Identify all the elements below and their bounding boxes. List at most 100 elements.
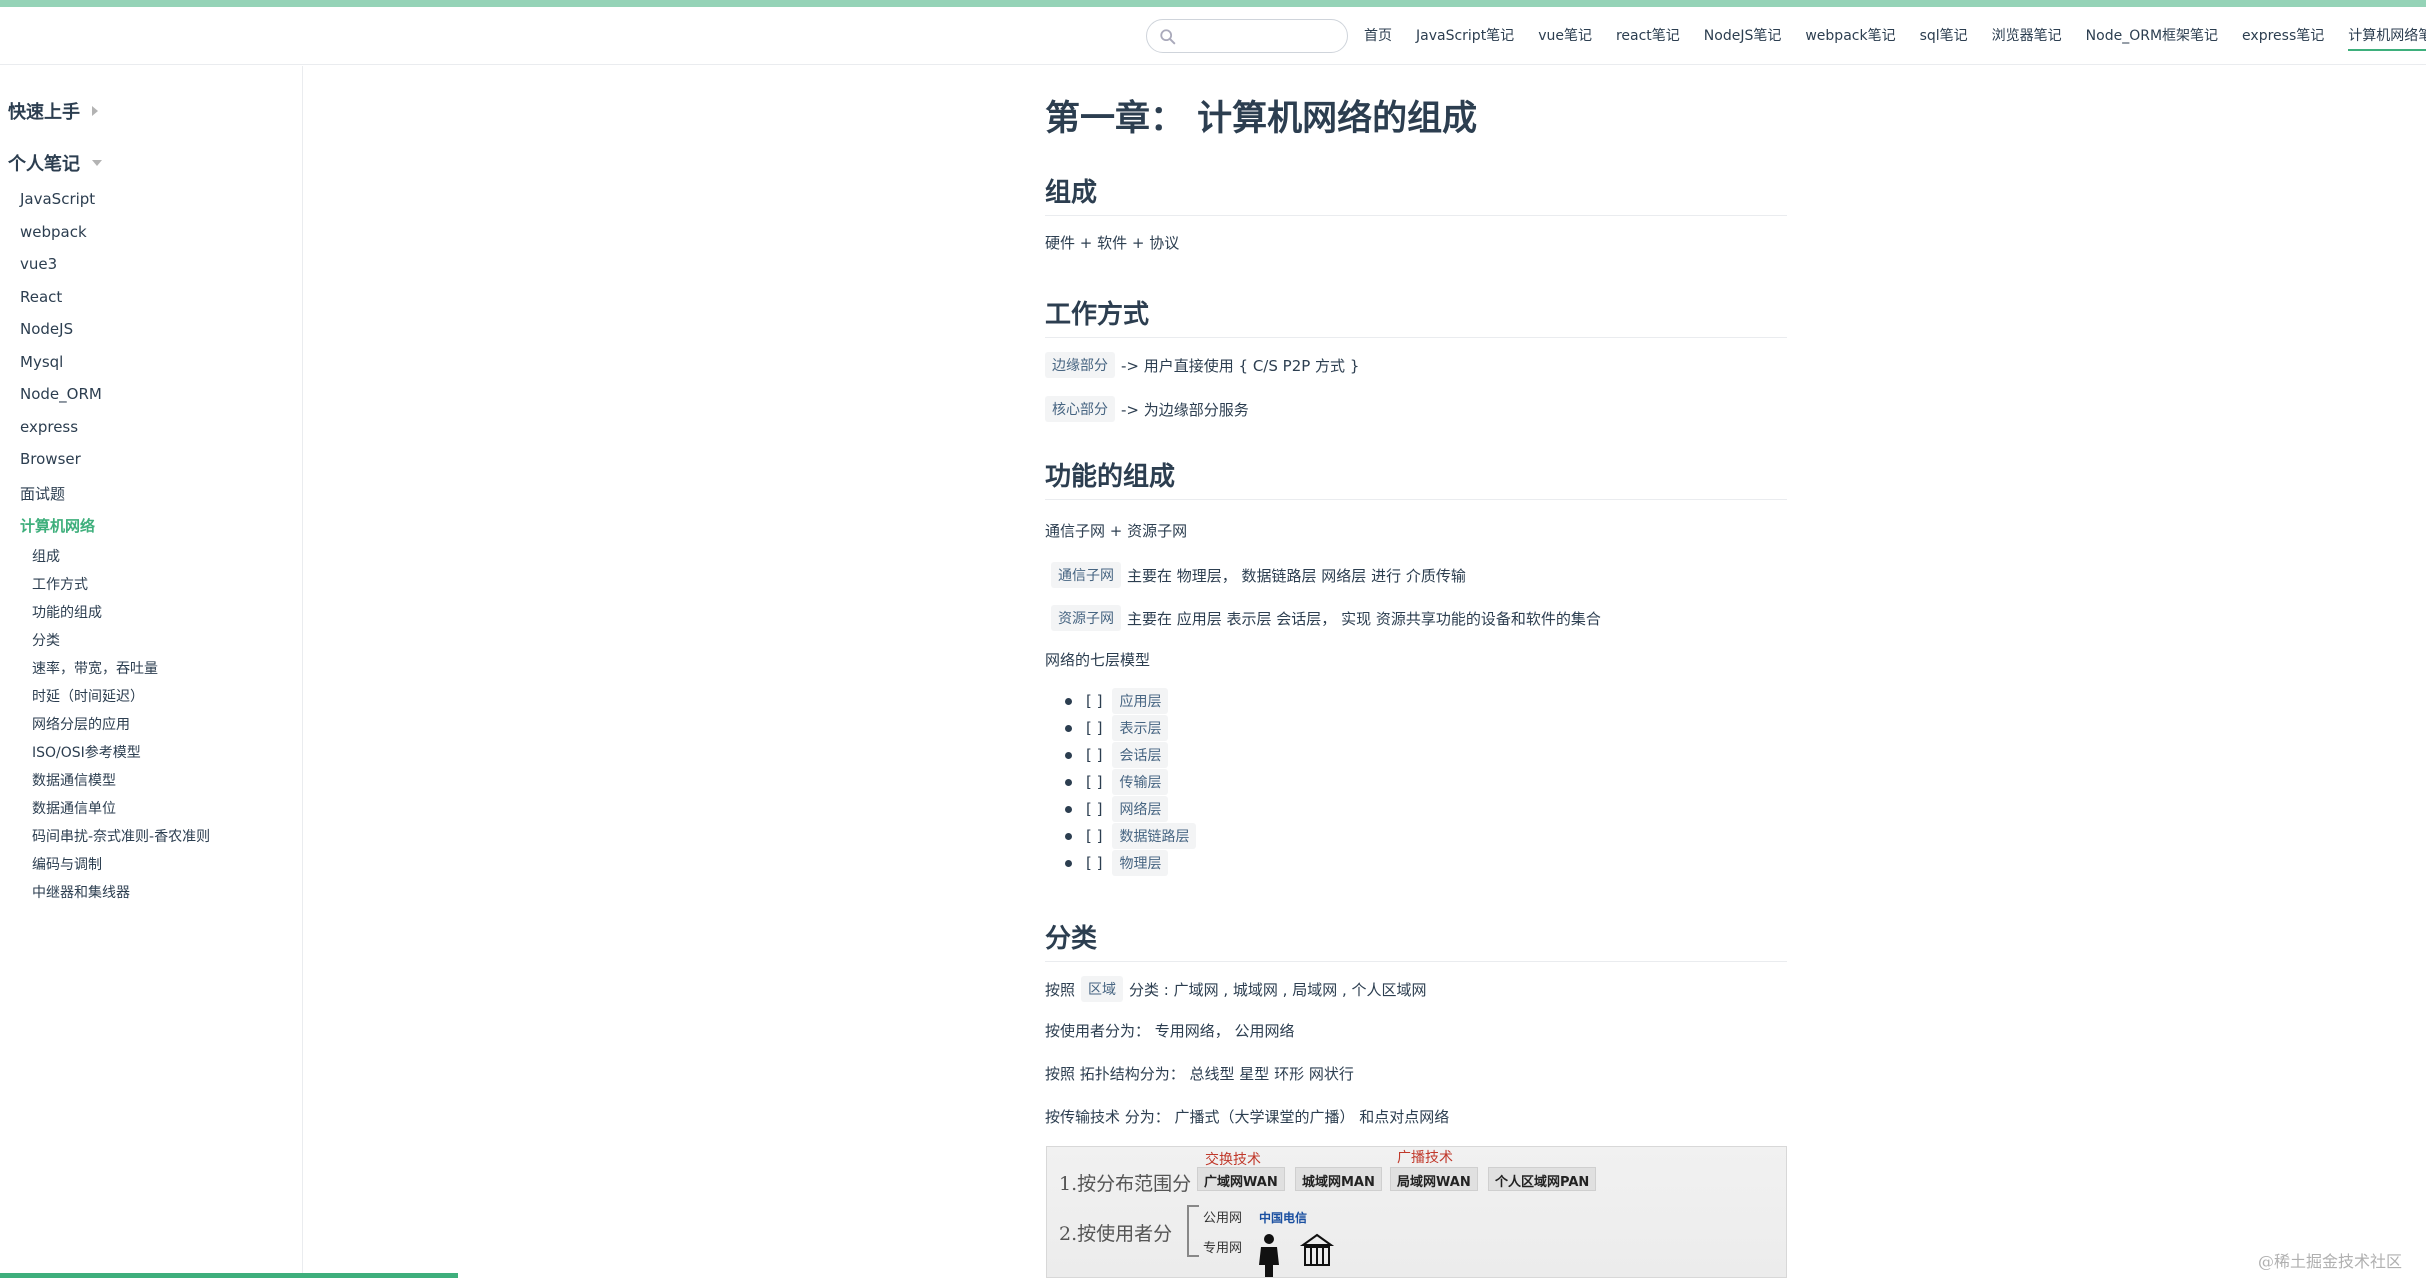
checkbox-text: [ ] [1086, 854, 1103, 872]
paragraph-text: 网络的七层模型 [1045, 651, 1151, 669]
sidebar-subitem-osi[interactable]: ISO/OSI参考模型 [32, 742, 141, 762]
sidebar-subitem-nyquist[interactable]: 码间串扰-奈式准则-香农准则 [32, 826, 210, 846]
top-accent-bar [0, 0, 2426, 7]
inline-code: 应用层 [1112, 688, 1169, 714]
nav-link-sql[interactable]: sql笔记 [1920, 7, 1968, 65]
paragraph-text: -> 为边缘部分服务 [1121, 400, 1249, 419]
telecom-logo: 中国电信 [1259, 1211, 1308, 1225]
sidebar-item-browser[interactable]: Browser [20, 450, 81, 468]
sidebar-group-notes[interactable]: 个人笔记 [8, 150, 102, 176]
nav-link-browser[interactable]: 浏览器笔记 [1992, 7, 2062, 65]
checkbox-text: [ ] [1086, 692, 1103, 710]
sidebar-item-mysql[interactable]: Mysql [20, 353, 63, 371]
sidebar-subitem-classification[interactable]: 分类 [32, 630, 60, 650]
nav-link-express[interactable]: express笔记 [2242, 7, 2324, 65]
sidebar-item-nodejs[interactable]: NodeJS [20, 320, 73, 338]
paragraph-text: -> 用户直接使用 { C/S P2P 方式 } [1121, 356, 1360, 375]
sidebar: 快速上手 个人笔记 JavaScript webpack vue3 React … [0, 66, 303, 1278]
list-item: [ ] 物理层 [1065, 850, 1174, 876]
bullet-icon [1065, 724, 1072, 732]
sidebar-subitem-encoding[interactable]: 编码与调制 [32, 854, 102, 874]
paragraph: 按照 拓扑结构分为： 总线型 星型 环形 网状行 [1045, 1063, 1354, 1084]
paragraph: 按使用者分为： 专用网络， 公用网络 [1045, 1020, 1295, 1041]
nav-link-network[interactable]: 计算机网络笔记 [2348, 7, 2426, 65]
paragraph: 通信子网 + 资源子网 [1045, 520, 1187, 541]
figure-box: 个人区域网PAN [1488, 1167, 1597, 1191]
nav-link-webpack[interactable]: webpack笔记 [1805, 7, 1895, 65]
sidebar-subitem-layering[interactable]: 网络分层的应用 [32, 714, 130, 734]
bullet-icon [1065, 697, 1072, 705]
sidebar-subitem-delay[interactable]: 时延（时间延迟） [32, 686, 144, 706]
inline-code: 数据链路层 [1112, 823, 1197, 849]
search-box[interactable] [1146, 19, 1348, 53]
figure-box: 局域网WAN [1390, 1167, 1478, 1191]
sidebar-item-interview[interactable]: 面试题 [20, 483, 65, 504]
inline-code: 传输层 [1112, 769, 1169, 795]
paragraph: 资源子网 主要在 应用层 表示层 会话层， 实现 资源共享功能的设备和软件的集合 [1045, 605, 1601, 631]
chevron-down-icon [92, 160, 102, 166]
bullet-icon [1065, 832, 1072, 840]
figure-box: 城域网MAN [1295, 1167, 1382, 1191]
inline-code: 边缘部分 [1045, 352, 1115, 378]
sidebar-item-node-orm[interactable]: Node_ORM [20, 385, 102, 403]
checkbox-text: [ ] [1086, 827, 1103, 845]
sidebar-subitem-working-mode[interactable]: 工作方式 [32, 574, 88, 594]
search-input[interactable] [1183, 24, 1339, 48]
nav-link-vue[interactable]: vue笔记 [1538, 7, 1592, 65]
nav-link-javascript[interactable]: JavaScript笔记 [1416, 7, 1514, 65]
paragraph: 硬件 + 软件 + 协议 [1045, 232, 1179, 253]
building-icon [1299, 1233, 1335, 1266]
sidebar-subitem-repeater[interactable]: 中继器和集线器 [32, 882, 130, 902]
paragraph-text: 硬件 + 软件 + 协议 [1045, 234, 1180, 252]
checkbox-text: [ ] [1086, 719, 1103, 737]
bullet-icon [1065, 805, 1072, 813]
sidebar-item-vue3[interactable]: vue3 [20, 255, 57, 273]
nav-link-nodejs[interactable]: NodeJS笔记 [1704, 7, 1782, 65]
sidebar-group-quickstart[interactable]: 快速上手 [8, 98, 98, 124]
paragraph-text: 按照 拓扑结构分为： 总线型 星型 环形 网状行 [1045, 1065, 1354, 1083]
inline-code: 核心部分 [1045, 396, 1115, 422]
nav-link-react[interactable]: react笔记 [1616, 7, 1680, 65]
nav-link-home[interactable]: 首页 [1364, 7, 1392, 65]
sidebar-subitem-function[interactable]: 功能的组成 [32, 602, 102, 622]
list-item: [ ] 传输层 [1065, 769, 1174, 795]
inline-code: 区域 [1081, 976, 1124, 1002]
sidebar-item-react[interactable]: React [20, 288, 62, 306]
paragraph: 通信子网 主要在 物理层， 数据链路层 网络层 进行 介质传输 [1045, 562, 1466, 588]
checkbox-text: [ ] [1086, 800, 1103, 818]
figure-box: 广域网WAN [1197, 1167, 1285, 1191]
paragraph-text: 主要在 物理层， 数据链路层 网络层 进行 介质传输 [1127, 566, 1466, 585]
list-item: [ ] 会话层 [1065, 742, 1174, 768]
sidebar-subitem-rate[interactable]: 速率，带宽，吞吐量 [32, 658, 158, 678]
sidebar-item-webpack[interactable]: webpack [20, 223, 87, 241]
inline-code: 物理层 [1112, 850, 1169, 876]
nav-links: 首页 JavaScript笔记 vue笔记 react笔记 NodeJS笔记 w… [1364, 7, 2426, 65]
figure-small-label: 专用网 [1203, 1241, 1243, 1256]
nav-link-node-orm[interactable]: Node_ORM框架笔记 [2086, 7, 2218, 65]
sidebar-item-network[interactable]: 计算机网络 [20, 515, 95, 536]
paragraph-text: 按使用者分为： 专用网络， 公用网络 [1045, 1022, 1295, 1040]
person-icon [1259, 1234, 1279, 1277]
figure-small-label: 公用网 [1203, 1211, 1243, 1226]
page-title: 第一章： 计算机网络的组成 [1045, 99, 1478, 139]
paragraph-text: 主要在 应用层 表示层 会话层， 实现 资源共享功能的设备和软件的集合 [1127, 609, 1601, 628]
figure-red-label: 交换技术 [1205, 1152, 1261, 1168]
inline-code: 会话层 [1112, 742, 1169, 768]
figure-bracket [1187, 1205, 1199, 1257]
navbar: 首页 JavaScript笔记 vue笔记 react笔记 NodeJS笔记 w… [0, 7, 2426, 65]
watermark: @稀土掘金技术社区 [2258, 1252, 2403, 1271]
classification-figure: 交换技术 广播技术 1.按分布范围分 广域网WAN 城域网MAN 局域网WAN … [1046, 1146, 1787, 1278]
paragraph: 核心部分 -> 为边缘部分服务 [1045, 396, 1249, 422]
sidebar-item-javascript[interactable]: JavaScript [20, 190, 95, 208]
sidebar-subitem-comm-model[interactable]: 数据通信模型 [32, 770, 116, 790]
list-item: [ ] 网络层 [1065, 796, 1174, 822]
sidebar-item-express[interactable]: express [20, 418, 78, 436]
figure-row-label: 2.按使用者分 [1059, 1223, 1173, 1245]
inline-code: 资源子网 [1051, 605, 1121, 631]
sidebar-subitem-comm-unit[interactable]: 数据通信单位 [32, 798, 116, 818]
section-heading-function: 功能的组成 [1045, 456, 1787, 500]
sidebar-group-label: 个人笔记 [8, 154, 80, 175]
figure-red-label: 广播技术 [1397, 1150, 1453, 1166]
sidebar-subitem-composition[interactable]: 组成 [32, 546, 60, 566]
list-item: [ ] 数据链路层 [1065, 823, 1202, 849]
